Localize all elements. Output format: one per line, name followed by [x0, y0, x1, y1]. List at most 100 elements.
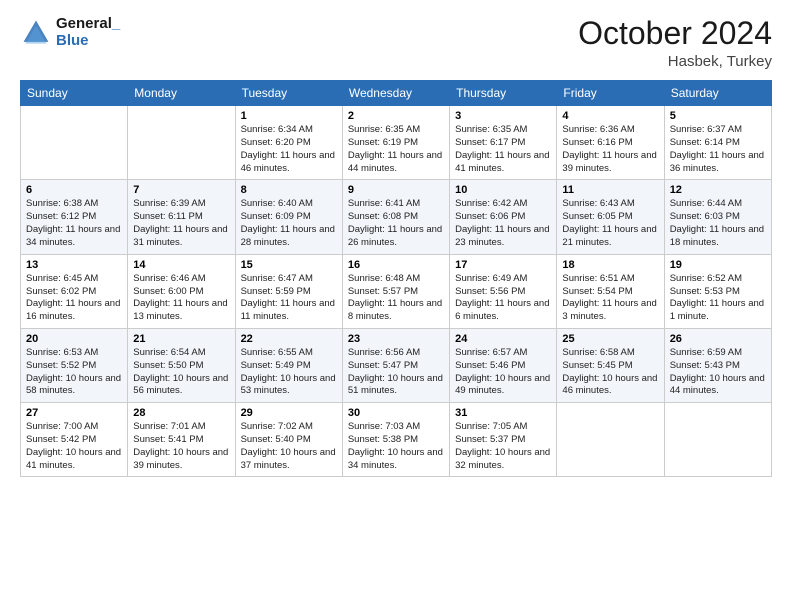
- week-row-1: 1 Sunrise: 6:34 AM Sunset: 6:20 PM Daylig…: [21, 106, 772, 180]
- cell-info: Sunrise: 6:46 AM Sunset: 6:00 PM Dayligh…: [133, 273, 229, 324]
- calendar-cell: 15 Sunrise: 6:47 AM Sunset: 5:59 PM Dayli…: [235, 254, 342, 328]
- calendar-cell: 6Sunrise: 6:38 AM Sunset: 6:12 PM Daylig…: [21, 180, 128, 254]
- calendar-cell: 13Sunrise: 6:45 AM Sunset: 6:02 PM Dayli…: [21, 254, 128, 328]
- cell-info: Sunrise: 6:57 AM Sunset: 5:46 PM Dayligh…: [455, 347, 551, 398]
- day-number: 4: [562, 110, 658, 122]
- day-number: 15: [241, 259, 337, 271]
- calendar-cell: 12 Sunrise: 6:44 AM Sunset: 6:03 PM Dayli…: [664, 180, 771, 254]
- page: General_ Blue October 2024 Hasbek, Turke…: [0, 0, 792, 612]
- calendar-cell: 26 Sunrise: 6:59 AM Sunset: 5:43 PM Dayli…: [664, 328, 771, 402]
- calendar-cell: 8 Sunrise: 6:40 AM Sunset: 6:09 PM Daylig…: [235, 180, 342, 254]
- cell-info: Sunrise: 6:39 AM Sunset: 6:11 PM Dayligh…: [133, 198, 229, 249]
- cell-info: Sunrise: 6:35 AM Sunset: 6:17 PM Dayligh…: [455, 124, 551, 175]
- cell-info: Sunrise: 6:58 AM Sunset: 5:45 PM Dayligh…: [562, 347, 658, 398]
- weekday-header-saturday: Saturday: [664, 81, 771, 106]
- cell-info: Sunrise: 7:05 AM Sunset: 5:37 PM Dayligh…: [455, 421, 551, 472]
- cell-info: Sunrise: 7:02 AM Sunset: 5:40 PM Dayligh…: [241, 421, 337, 472]
- cell-info: Sunrise: 6:45 AM Sunset: 6:02 PM Dayligh…: [26, 273, 122, 324]
- calendar-cell: 24Sunrise: 6:57 AM Sunset: 5:46 PM Dayli…: [450, 328, 557, 402]
- calendar-cell: 27Sunrise: 7:00 AM Sunset: 5:42 PM Dayli…: [21, 403, 128, 477]
- day-number: 1: [241, 110, 337, 122]
- subtitle: Hasbek, Turkey: [578, 53, 772, 70]
- calendar-table: SundayMondayTuesdayWednesdayThursdayFrid…: [20, 80, 772, 477]
- weekday-header-sunday: Sunday: [21, 81, 128, 106]
- day-number: 31: [455, 407, 551, 419]
- day-number: 25: [562, 333, 658, 345]
- cell-info: Sunrise: 7:01 AM Sunset: 5:41 PM Dayligh…: [133, 421, 229, 472]
- weekday-header-monday: Monday: [128, 81, 235, 106]
- day-number: 22: [241, 333, 337, 345]
- day-number: 10: [455, 184, 551, 196]
- cell-info: Sunrise: 6:42 AM Sunset: 6:06 PM Dayligh…: [455, 198, 551, 249]
- calendar-cell: 29 Sunrise: 7:02 AM Sunset: 5:40 PM Dayli…: [235, 403, 342, 477]
- day-number: 17: [455, 259, 551, 271]
- day-number: 8: [241, 184, 337, 196]
- day-number: 2: [348, 110, 444, 122]
- calendar-cell: 14 Sunrise: 6:46 AM Sunset: 6:00 PM Dayli…: [128, 254, 235, 328]
- cell-info: Sunrise: 6:38 AM Sunset: 6:12 PM Dayligh…: [26, 198, 122, 249]
- cell-info: Sunrise: 6:54 AM Sunset: 5:50 PM Dayligh…: [133, 347, 229, 398]
- calendar-cell: 16Sunrise: 6:48 AM Sunset: 5:57 PM Dayli…: [342, 254, 449, 328]
- calendar-cell: 21 Sunrise: 6:54 AM Sunset: 5:50 PM Dayli…: [128, 328, 235, 402]
- cell-info: Sunrise: 6:59 AM Sunset: 5:43 PM Dayligh…: [670, 347, 766, 398]
- day-number: 20: [26, 333, 122, 345]
- calendar-cell: 23 Sunrise: 6:56 AM Sunset: 5:47 PM Dayli…: [342, 328, 449, 402]
- weekday-header-tuesday: Tuesday: [235, 81, 342, 106]
- calendar-cell: 30 Sunrise: 7:03 AM Sunset: 5:38 PM Dayli…: [342, 403, 449, 477]
- calendar-cell: [664, 403, 771, 477]
- day-number: 18: [562, 259, 658, 271]
- day-number: 16: [348, 259, 444, 271]
- calendar-cell: [128, 106, 235, 180]
- day-number: 14: [133, 259, 229, 271]
- cell-info: Sunrise: 6:56 AM Sunset: 5:47 PM Dayligh…: [348, 347, 444, 398]
- week-row-5: 27Sunrise: 7:00 AM Sunset: 5:42 PM Dayli…: [21, 403, 772, 477]
- header: General_ Blue October 2024 Hasbek, Turke…: [20, 16, 772, 70]
- weekday-header-thursday: Thursday: [450, 81, 557, 106]
- day-number: 28: [133, 407, 229, 419]
- logo: General_ Blue: [20, 16, 120, 49]
- calendar-cell: 3Sunrise: 6:35 AM Sunset: 6:17 PM Daylig…: [450, 106, 557, 180]
- calendar-cell: 17Sunrise: 6:49 AM Sunset: 5:56 PM Dayli…: [450, 254, 557, 328]
- day-number: 11: [562, 184, 658, 196]
- calendar-cell: [557, 403, 664, 477]
- calendar-cell: 19 Sunrise: 6:52 AM Sunset: 5:53 PM Dayli…: [664, 254, 771, 328]
- calendar-cell: 1 Sunrise: 6:34 AM Sunset: 6:20 PM Daylig…: [235, 106, 342, 180]
- logo-text: General_ Blue: [56, 16, 120, 49]
- cell-info: Sunrise: 7:00 AM Sunset: 5:42 PM Dayligh…: [26, 421, 122, 472]
- calendar-cell: 20Sunrise: 6:53 AM Sunset: 5:52 PM Dayli…: [21, 328, 128, 402]
- cell-info: Sunrise: 6:44 AM Sunset: 6:03 PM Dayligh…: [670, 198, 766, 249]
- week-row-4: 20Sunrise: 6:53 AM Sunset: 5:52 PM Dayli…: [21, 328, 772, 402]
- calendar-cell: [21, 106, 128, 180]
- title-block: October 2024 Hasbek, Turkey: [578, 16, 772, 70]
- calendar-cell: 4Sunrise: 6:36 AM Sunset: 6:16 PM Daylig…: [557, 106, 664, 180]
- day-number: 9: [348, 184, 444, 196]
- day-number: 21: [133, 333, 229, 345]
- day-number: 5: [670, 110, 766, 122]
- cell-info: Sunrise: 6:41 AM Sunset: 6:08 PM Dayligh…: [348, 198, 444, 249]
- calendar-cell: 7Sunrise: 6:39 AM Sunset: 6:11 PM Daylig…: [128, 180, 235, 254]
- calendar-cell: 2 Sunrise: 6:35 AM Sunset: 6:19 PM Daylig…: [342, 106, 449, 180]
- day-number: 23: [348, 333, 444, 345]
- logo-icon: [20, 17, 52, 49]
- calendar-cell: 9 Sunrise: 6:41 AM Sunset: 6:08 PM Daylig…: [342, 180, 449, 254]
- month-title: October 2024: [578, 16, 772, 51]
- day-number: 26: [670, 333, 766, 345]
- calendar-cell: 31 Sunrise: 7:05 AM Sunset: 5:37 PM Dayli…: [450, 403, 557, 477]
- cell-info: Sunrise: 6:35 AM Sunset: 6:19 PM Dayligh…: [348, 124, 444, 175]
- cell-info: Sunrise: 6:52 AM Sunset: 5:53 PM Dayligh…: [670, 273, 766, 324]
- calendar-cell: 18Sunrise: 6:51 AM Sunset: 5:54 PM Dayli…: [557, 254, 664, 328]
- day-number: 12: [670, 184, 766, 196]
- calendar-cell: 28 Sunrise: 7:01 AM Sunset: 5:41 PM Dayli…: [128, 403, 235, 477]
- cell-info: Sunrise: 6:55 AM Sunset: 5:49 PM Dayligh…: [241, 347, 337, 398]
- day-number: 29: [241, 407, 337, 419]
- cell-info: Sunrise: 6:34 AM Sunset: 6:20 PM Dayligh…: [241, 124, 337, 175]
- cell-info: Sunrise: 6:47 AM Sunset: 5:59 PM Dayligh…: [241, 273, 337, 324]
- day-number: 19: [670, 259, 766, 271]
- day-number: 30: [348, 407, 444, 419]
- cell-info: Sunrise: 7:03 AM Sunset: 5:38 PM Dayligh…: [348, 421, 444, 472]
- calendar-cell: 10 Sunrise: 6:42 AM Sunset: 6:06 PM Dayli…: [450, 180, 557, 254]
- weekday-header-wednesday: Wednesday: [342, 81, 449, 106]
- cell-info: Sunrise: 6:40 AM Sunset: 6:09 PM Dayligh…: [241, 198, 337, 249]
- cell-info: Sunrise: 6:37 AM Sunset: 6:14 PM Dayligh…: [670, 124, 766, 175]
- week-row-3: 13Sunrise: 6:45 AM Sunset: 6:02 PM Dayli…: [21, 254, 772, 328]
